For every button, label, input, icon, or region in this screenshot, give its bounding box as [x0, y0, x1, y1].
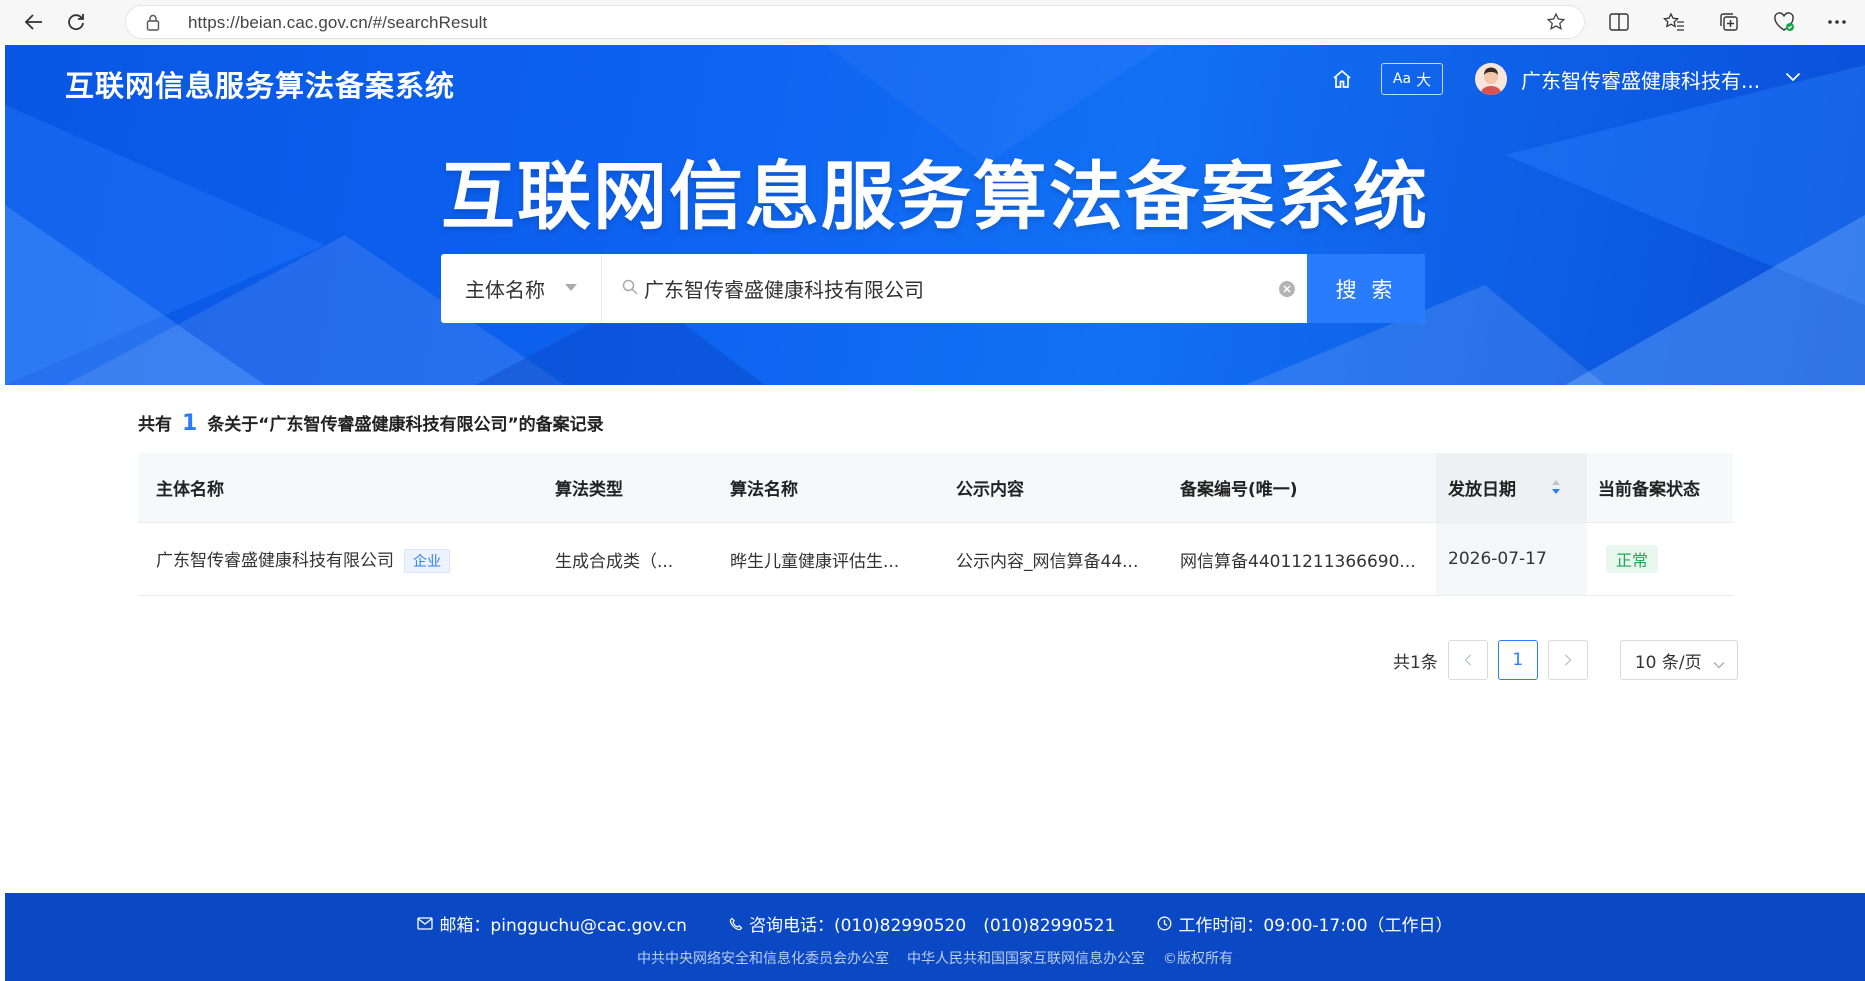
status-cell: 正常 [1606, 545, 1659, 573]
page-size-select[interactable]: 10 条/页 [1619, 640, 1738, 680]
chevron-down-icon[interactable] [1785, 67, 1801, 86]
hero-banner: 互联网信息服务算法备案系统 Aa 大 广东智传睿盛健康科技有... 互联网信息服… [5, 45, 1865, 385]
column-header-entity: 主体名称 [156, 480, 224, 500]
footer-hours: 工作时间：09:00-17:00（工作日） [1157, 911, 1453, 936]
mail-icon [417, 917, 434, 930]
user-menu[interactable]: 广东智传睿盛健康科技有... [1475, 61, 1771, 97]
footer-email: 邮箱：pingguchu@cac.gov.cn [417, 911, 687, 936]
clock-icon [1157, 916, 1172, 931]
prev-page-button[interactable] [1447, 640, 1488, 680]
home-icon[interactable] [1331, 68, 1355, 92]
search-button[interactable]: 搜 索 [1307, 254, 1425, 323]
reload-icon[interactable] [60, 7, 92, 37]
footer-org2: 中华人民共和国国家互联网信息办公室 [907, 951, 1145, 967]
chevron-down-icon [1713, 654, 1725, 674]
sort-icon[interactable] [1551, 477, 1561, 497]
footer: 邮箱：pingguchu@cac.gov.cn 咨询电话：(010)829905… [5, 893, 1865, 981]
back-icon[interactable] [18, 7, 50, 37]
favorites-icon[interactable] [1659, 8, 1689, 36]
footer-copyright-row: 中共中央网络安全和信息化委员会办公室 中华人民共和国国家互联网信息办公室 ©版权… [5, 948, 1865, 968]
entity-type-tag: 企业 [404, 548, 450, 573]
issue-date-cell: 2026-07-17 [1448, 549, 1547, 569]
column-header-record-no: 备案编号(唯一) [1180, 480, 1298, 500]
footer-contact-row: 邮箱：pingguchu@cac.gov.cn 咨询电话：(010)829905… [5, 911, 1865, 936]
search-type-select[interactable]: 主体名称 [441, 254, 602, 323]
avatar [1475, 63, 1507, 95]
search-input[interactable] [602, 254, 1307, 323]
summary-suffix: 条关于“广东智传睿盛健康科技有限公司”的备案记录 [207, 415, 604, 435]
address-bar[interactable]: https://beian.cac.gov.cn/#/searchResult [125, 5, 1585, 39]
phone-icon [729, 917, 743, 930]
record-no-cell: 网信算备44011211366690... [1180, 551, 1416, 572]
more-menu-icon[interactable] [1822, 8, 1852, 36]
clear-search-icon[interactable] [1279, 281, 1295, 297]
split-screen-icon[interactable] [1604, 8, 1634, 36]
page-size-value: 10 条/页 [1634, 652, 1702, 673]
entity-cell: 广东智传睿盛健康科技有限公司 企业 [156, 546, 450, 573]
pagination: 共1条 1 10 条/页 [1393, 640, 1738, 680]
hero-title: 互联网信息服务算法备案系统 [441, 154, 1429, 240]
search-field [602, 254, 1307, 323]
result-count: 1 [182, 411, 198, 436]
search-bar: 主体名称 搜 索 [441, 254, 1425, 323]
search-type-value: 主体名称 [465, 278, 545, 302]
url-text: https://beian.cac.gov.cn/#/searchResult [188, 13, 488, 32]
results-table: 主体名称 算法类型 算法名称 公示内容 备案编号(唯一) 发放日期 当前备案状态… [138, 453, 1733, 596]
next-page-button[interactable] [1547, 640, 1588, 680]
footer-phone: 咨询电话：(010)82990520 (010)82990521 [729, 911, 1115, 936]
page-button-current[interactable]: 1 [1497, 640, 1538, 680]
footer-copyright: ©版权所有 [1163, 951, 1233, 967]
public-content-link[interactable]: 公示内容_网信算备44... [956, 547, 1138, 572]
status-badge: 正常 [1606, 545, 1659, 573]
footer-email-text: 邮箱：pingguchu@cac.gov.cn [439, 916, 687, 936]
entity-name: 广东智传睿盛健康科技有限公司 [156, 550, 394, 571]
collections-icon[interactable] [1714, 8, 1744, 36]
font-size-toggle-button[interactable]: Aa 大 [1381, 63, 1443, 95]
font-size-big-label: 大 [1416, 70, 1432, 89]
footer-org1: 中共中央网络安全和信息化委员会办公室 [637, 951, 889, 967]
page-content: 互联网信息服务算法备案系统 Aa 大 广东智传睿盛健康科技有... 互联网信息服… [5, 45, 1865, 981]
font-size-aa-label: Aa [1392, 71, 1412, 87]
algo-name-cell: 晔生儿童健康评估生... [730, 551, 900, 572]
browser-toolbar: https://beian.cac.gov.cn/#/searchResult [0, 0, 1865, 44]
favorite-star-icon[interactable] [1546, 12, 1566, 36]
algo-type-cell: 生成合成类（... [555, 551, 674, 572]
chevron-right-icon [1564, 654, 1572, 666]
column-header-algo-name: 算法名称 [730, 480, 798, 500]
lock-icon [146, 14, 160, 35]
table-row: 广东智传睿盛健康科技有限公司 企业 生成合成类（... 晔生儿童健康评估生... … [138, 523, 1733, 596]
column-header-algo-type: 算法类型 [555, 480, 623, 500]
column-header-status: 当前备案状态 [1598, 480, 1700, 500]
column-header-issue-date[interactable]: 发放日期 [1448, 475, 1516, 500]
chevron-left-icon [1464, 654, 1471, 666]
browser-essentials-icon[interactable] [1769, 8, 1799, 36]
result-summary: 共有 1 条关于“广东智传睿盛健康科技有限公司”的备案记录 [138, 410, 604, 436]
footer-phone-text: 咨询电话：(010)82990520 (010)82990521 [748, 916, 1116, 936]
pagination-total: 共1条 [1393, 652, 1438, 673]
footer-hours-text: 工作时间：09:00-17:00（工作日） [1178, 916, 1453, 936]
site-name[interactable]: 互联网信息服务算法备案系统 [65, 63, 455, 105]
column-header-public-content: 公示内容 [956, 480, 1024, 500]
table-header: 主体名称 算法类型 算法名称 公示内容 备案编号(唯一) 发放日期 当前备案状态 [138, 453, 1733, 523]
user-name: 广东智传睿盛健康科技有... [1521, 68, 1761, 93]
summary-prefix: 共有 [138, 415, 172, 435]
caret-down-icon [565, 284, 577, 291]
search-icon [622, 279, 638, 299]
